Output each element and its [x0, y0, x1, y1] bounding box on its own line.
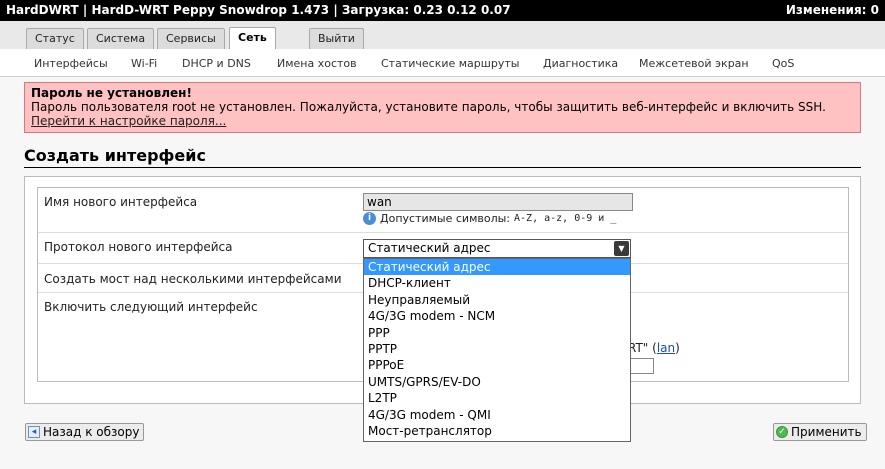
protocol-option[interactable]: DHCP-клиент [364, 275, 630, 291]
tab-network[interactable]: Сеть [229, 27, 276, 49]
interface-option-text: RT" (lan) [628, 341, 680, 355]
header-bar: HardDWRT | HardD-WRT Peppy Snowdrop 1.47… [0, 0, 885, 21]
row-divider [38, 232, 848, 233]
subtab-interfaces[interactable]: Интерфейсы [34, 57, 108, 70]
app-title: HardDWRT | HardD-WRT Peppy Snowdrop 1.47… [6, 3, 511, 17]
protocol-dropdown-list: Статический адрес DHCP-клиент Неуправляе… [363, 258, 631, 442]
main-tabs: Статус Система Сервисы Сеть Выйти [0, 21, 885, 49]
protocol-option[interactable]: L2TP [364, 390, 630, 406]
subtab-diagnostics[interactable]: Диагностика [543, 57, 618, 70]
interface-name-hint: i Допустимые символы: A-Z, a-z, 0-9 и _ [363, 212, 616, 225]
interface-option-suffix: RT" [628, 341, 649, 355]
custom-interface-input[interactable] [628, 358, 654, 374]
back-button-label: Назад к обзору [43, 425, 140, 439]
protocol-option[interactable]: Статический адрес [364, 259, 630, 276]
subtab-dhcp-dns[interactable]: DHCP и DNS [182, 57, 251, 70]
title-divider [24, 167, 861, 168]
alert-title: Пароль не установлен! [31, 86, 192, 100]
interface-name-input[interactable]: wan [363, 193, 633, 211]
chevron-down-icon[interactable]: ▼ [614, 241, 629, 256]
subtab-qos[interactable]: QoS [772, 57, 794, 70]
protocol-option[interactable]: Мост-ретранслятор [364, 423, 630, 439]
info-icon: i [363, 212, 376, 225]
tab-logout[interactable]: Выйти [309, 28, 364, 49]
apply-button[interactable]: ✓ Применить [773, 423, 867, 441]
protocol-option[interactable]: PPTP [364, 341, 630, 357]
protocol-option[interactable]: 4G/3G modem - NCM [364, 308, 630, 324]
subtab-hostnames[interactable]: Имена хостов [277, 57, 357, 70]
sub-tabs: Интерфейсы Wi-Fi DHCP и DNS Имена хостов… [0, 49, 885, 77]
protocol-option[interactable]: UMTS/GPRS/EV-DO [364, 374, 630, 390]
protocol-option[interactable]: PPP [364, 325, 630, 341]
protocol-label: Протокол нового интерфейса [44, 240, 233, 254]
protocol-option[interactable]: 4G/3G modem - QMI [364, 407, 630, 423]
cover-interface-label: Включить следующий интерфейс [44, 300, 258, 314]
password-alert: Пароль не установлен! Пароль пользовател… [24, 82, 861, 133]
protocol-option[interactable]: PPPoE [364, 357, 630, 373]
bridge-label: Создать мост над несколькими интерфейсам… [44, 272, 342, 286]
protocol-option[interactable]: Неуправляемый [364, 292, 630, 308]
alert-message: Пароль пользователя root не установлен. … [31, 100, 826, 114]
tab-system[interactable]: Система [87, 28, 155, 49]
tab-services[interactable]: Сервисы [157, 28, 225, 49]
hint-text: Допустимые символы: [380, 212, 511, 225]
changes-counter[interactable]: Изменения: 0 [786, 0, 879, 21]
subtab-firewall[interactable]: Межсетевой экран [639, 57, 749, 70]
tab-status[interactable]: Статус [26, 28, 84, 49]
back-arrow-icon: ◂ [28, 426, 40, 438]
protocol-selected-value: Статический адрес [368, 241, 491, 255]
subtab-wifi[interactable]: Wi-Fi [131, 57, 157, 70]
page-title: Создать интерфейс [24, 146, 206, 165]
interface-name-label: Имя нового интерфейса [44, 195, 198, 209]
lan-link[interactable]: lan [657, 341, 675, 355]
subtab-static-routes[interactable]: Статические маршруты [381, 57, 519, 70]
apply-button-label: Применить [791, 425, 862, 439]
back-to-overview-button[interactable]: ◂ Назад к обзору [25, 423, 145, 441]
hint-chars: A-Z, a-z, 0-9 и _ [514, 213, 617, 224]
set-password-link[interactable]: Перейти к настройке пароля... [31, 114, 854, 128]
protocol-select[interactable]: Статический адрес ▼ [363, 239, 631, 258]
checkmark-icon: ✓ [776, 426, 788, 438]
